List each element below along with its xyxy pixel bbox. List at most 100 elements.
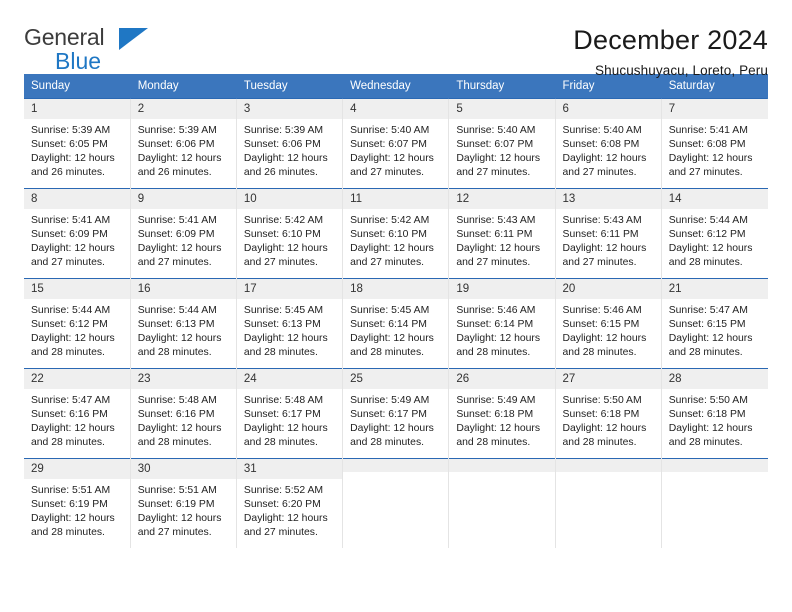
day-details: Sunrise: 5:41 AM Sunset: 6:09 PM Daylight:… [131,209,236,271]
calendar-day-cell[interactable]: 23 Sunrise: 5:48 AM Sunset: 6:16 PM Dayligh… [130,368,237,459]
sunset-text: Sunset: 6:17 PM [350,408,427,420]
day-number: 28 [661,369,768,389]
calendar-day-cell[interactable]: 22 Sunrise: 5:47 AM Sunset: 6:16 PM Dayligh… [24,368,131,459]
calendar-day-cell[interactable]: 2 Sunrise: 5:39 AM Sunset: 6:06 PM Daylight… [130,98,237,189]
day-details: Sunrise: 5:44 AM Sunset: 6:13 PM Daylight:… [131,299,236,361]
day-details: Sunrise: 5:50 AM Sunset: 6:18 PM Daylight:… [556,389,661,451]
daylight-text: Daylight: 12 hours and 28 minutes. [137,423,222,449]
calendar-day-cell[interactable]: 8 Sunrise: 5:41 AM Sunset: 6:09 PM Daylight… [24,188,131,279]
calendar-day-cell[interactable]: 13 Sunrise: 5:43 AM Sunset: 6:11 PM Dayligh… [555,188,662,279]
calendar-day-cell[interactable]: 25 Sunrise: 5:49 AM Sunset: 6:17 PM Dayligh… [342,368,450,459]
calendar-day-cell[interactable]: 14 Sunrise: 5:44 AM Sunset: 6:12 PM Dayligh… [661,188,768,279]
daylight-text: Daylight: 12 hours and 27 minutes. [562,153,647,179]
sunset-text: Sunset: 6:10 PM [243,228,321,240]
sunset-text: Sunset: 6:06 PM [137,138,215,150]
sunrise-text: Sunrise: 5:43 AM [562,214,642,226]
day-details: Sunrise: 5:51 AM Sunset: 6:19 PM Daylight:… [131,479,236,541]
daylight-text: Daylight: 12 hours and 27 minutes. [137,243,222,269]
day-details: Sunrise: 5:49 AM Sunset: 6:18 PM Daylight:… [449,389,554,451]
sunrise-text: Sunrise: 5:48 AM [137,394,217,406]
daylight-text: Daylight: 12 hours and 27 minutes. [243,513,328,539]
day-details: Sunrise: 5:49 AM Sunset: 6:17 PM Daylight:… [343,389,448,451]
calendar-day-cell[interactable]: 7 Sunrise: 5:41 AM Sunset: 6:08 PM Daylight… [661,98,768,189]
day-details: Sunrise: 5:47 AM Sunset: 6:15 PM Daylight:… [662,299,768,361]
calendar-day-cell[interactable]: 31 Sunrise: 5:52 AM Sunset: 6:20 PM Dayligh… [236,458,344,548]
calendar-week-row: 29 Sunrise: 5:51 AM Sunset: 6:19 PM Dayligh… [24,458,768,548]
day-number: 26 [449,369,555,389]
sunrise-text: Sunrise: 5:41 AM [137,214,217,226]
calendar-day-cell[interactable]: 1 Sunrise: 5:39 AM Sunset: 6:05 PM Daylight… [24,98,131,189]
brand-logo[interactable]: General Blue [24,26,164,74]
calendar-day-cell[interactable]: 29 Sunrise: 5:51 AM Sunset: 6:19 PM Dayligh… [24,458,131,548]
sunrise-text: Sunrise: 5:39 AM [31,124,111,136]
day-number: 17 [236,279,343,299]
day-number: 29 [24,459,130,479]
day-details: Sunrise: 5:45 AM Sunset: 6:13 PM Daylight:… [237,299,342,361]
day-number: 25 [343,369,449,389]
daylight-text: Daylight: 12 hours and 27 minutes. [562,243,647,269]
day-number: 18 [343,279,449,299]
day-number [661,459,768,472]
sunset-text: Sunset: 6:18 PM [456,408,534,420]
day-details: Sunrise: 5:44 AM Sunset: 6:12 PM Daylight:… [24,299,130,361]
calendar-day-cell[interactable]: 6 Sunrise: 5:40 AM Sunset: 6:08 PM Daylight… [555,98,662,189]
calendar-day-cell[interactable]: 10 Sunrise: 5:42 AM Sunset: 6:10 PM Dayligh… [236,188,344,279]
sunset-text: Sunset: 6:09 PM [31,228,108,240]
daylight-text: Daylight: 12 hours and 27 minutes. [350,153,434,179]
daylight-text: Daylight: 12 hours and 28 minutes. [243,423,328,449]
page-subtitle: Shucushuyacu, Loreto, Peru [595,63,768,79]
sunset-text: Sunset: 6:11 PM [562,228,639,240]
calendar-day-cell[interactable]: 16 Sunrise: 5:44 AM Sunset: 6:13 PM Dayligh… [130,278,237,369]
day-details: Sunrise: 5:43 AM Sunset: 6:11 PM Daylight:… [556,209,661,271]
calendar-day-cell[interactable]: 21 Sunrise: 5:47 AM Sunset: 6:15 PM Dayligh… [661,278,768,369]
daylight-text: Daylight: 12 hours and 28 minutes. [456,333,541,359]
sunrise-text: Sunrise: 5:45 AM [350,304,430,316]
sunset-text: Sunset: 6:07 PM [456,138,534,150]
daylight-text: Daylight: 12 hours and 28 minutes. [31,513,115,539]
sunrise-text: Sunrise: 5:45 AM [243,304,324,316]
calendar-week-row: 22 Sunrise: 5:47 AM Sunset: 6:16 PM Dayligh… [24,368,768,459]
calendar-day-cell[interactable]: 27 Sunrise: 5:50 AM Sunset: 6:18 PM Dayligh… [555,368,662,459]
calendar-day-cell[interactable]: 11 Sunrise: 5:42 AM Sunset: 6:10 PM Dayligh… [342,188,450,279]
sunset-text: Sunset: 6:12 PM [31,318,108,330]
sunset-text: Sunset: 6:20 PM [243,498,321,510]
calendar-day-cell[interactable]: 24 Sunrise: 5:48 AM Sunset: 6:17 PM Dayligh… [236,368,344,459]
calendar-day-cell[interactable]: 17 Sunrise: 5:45 AM Sunset: 6:13 PM Dayligh… [236,278,344,369]
daylight-text: Daylight: 12 hours and 28 minutes. [562,423,647,449]
calendar-week-row: 8 Sunrise: 5:41 AM Sunset: 6:09 PM Daylight… [24,188,768,279]
day-number: 15 [24,279,130,299]
day-details: Sunrise: 5:45 AM Sunset: 6:14 PM Daylight:… [343,299,448,361]
day-number: 8 [24,189,130,209]
calendar-cell-empty [661,458,768,548]
calendar-day-cell[interactable]: 20 Sunrise: 5:46 AM Sunset: 6:15 PM Dayligh… [555,278,662,369]
day-details: Sunrise: 5:48 AM Sunset: 6:17 PM Daylight:… [237,389,342,451]
daylight-text: Daylight: 12 hours and 28 minutes. [350,423,434,449]
sunset-text: Sunset: 6:18 PM [668,408,746,420]
day-details: Sunrise: 5:52 AM Sunset: 6:20 PM Daylight:… [237,479,342,541]
calendar-day-cell[interactable]: 4 Sunrise: 5:40 AM Sunset: 6:07 PM Daylight… [342,98,450,189]
sunrise-text: Sunrise: 5:51 AM [31,484,111,496]
day-details: Sunrise: 5:42 AM Sunset: 6:10 PM Daylight:… [237,209,342,271]
sunrise-text: Sunrise: 5:44 AM [31,304,111,316]
sunrise-text: Sunrise: 5:52 AM [243,484,324,496]
calendar-day-cell[interactable]: 26 Sunrise: 5:49 AM Sunset: 6:18 PM Dayligh… [448,368,556,459]
calendar-day-cell[interactable]: 9 Sunrise: 5:41 AM Sunset: 6:09 PM Daylight… [130,188,237,279]
calendar-day-cell[interactable]: 5 Sunrise: 5:40 AM Sunset: 6:07 PM Daylight… [448,98,556,189]
sunrise-text: Sunrise: 5:50 AM [562,394,642,406]
sunrise-text: Sunrise: 5:40 AM [562,124,642,136]
daylight-text: Daylight: 12 hours and 28 minutes. [350,333,434,359]
day-number: 7 [661,99,768,119]
day-number [343,459,449,472]
sunset-text: Sunset: 6:16 PM [137,408,215,420]
calendar-day-cell[interactable]: 3 Sunrise: 5:39 AM Sunset: 6:06 PM Daylight… [236,98,344,189]
sunrise-text: Sunrise: 5:49 AM [456,394,536,406]
sunset-text: Sunset: 6:13 PM [243,318,321,330]
daylight-text: Daylight: 12 hours and 26 minutes. [137,153,222,179]
calendar-day-cell[interactable]: 18 Sunrise: 5:45 AM Sunset: 6:14 PM Dayligh… [342,278,450,369]
calendar-day-cell[interactable]: 30 Sunrise: 5:51 AM Sunset: 6:19 PM Dayligh… [130,458,237,548]
calendar-day-cell[interactable]: 19 Sunrise: 5:46 AM Sunset: 6:14 PM Dayligh… [448,278,556,369]
calendar-day-cell[interactable]: 28 Sunrise: 5:50 AM Sunset: 6:18 PM Dayligh… [661,368,768,459]
calendar-day-cell[interactable]: 12 Sunrise: 5:43 AM Sunset: 6:11 PM Dayligh… [448,188,556,279]
calendar-day-cell[interactable]: 15 Sunrise: 5:44 AM Sunset: 6:12 PM Dayligh… [24,278,131,369]
sunset-text: Sunset: 6:15 PM [562,318,640,330]
